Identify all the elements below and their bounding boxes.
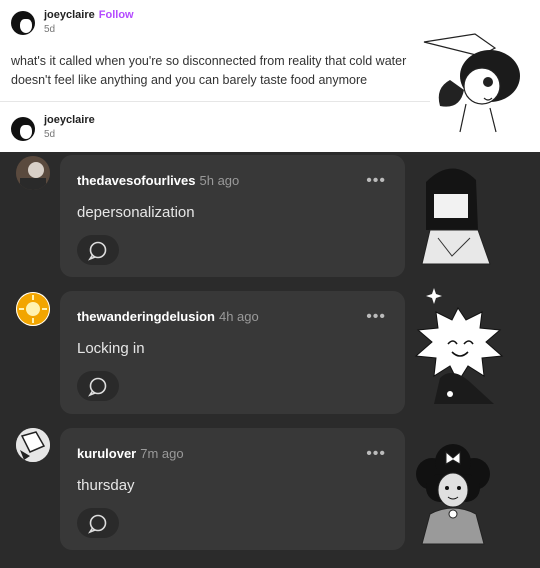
- more-dots-icon[interactable]: •••: [366, 308, 386, 326]
- comment-header: thewanderingdelusion 4h ago: [77, 309, 259, 324]
- comment-text: depersonalization: [77, 204, 195, 221]
- reblog-author[interactable]: joeyclaire: [44, 114, 95, 126]
- reply-button[interactable]: [77, 371, 119, 401]
- comment-username[interactable]: kurulover: [77, 446, 136, 461]
- comment-text: Locking in: [77, 340, 145, 357]
- sun-icon: [16, 292, 50, 326]
- reblog-time: 5d: [44, 129, 56, 140]
- follow-button[interactable]: Follow: [99, 9, 134, 21]
- more-dots-icon[interactable]: •••: [366, 445, 386, 463]
- comment-username[interactable]: thewanderingdelusion: [77, 309, 215, 324]
- reply-button[interactable]: [77, 235, 119, 265]
- more-dots-icon[interactable]: •••: [366, 172, 386, 190]
- comment-time: 4h ago: [218, 309, 259, 324]
- avatar-image: [16, 156, 50, 190]
- comment-header: kurulover 7m ago: [77, 446, 184, 461]
- reply-button[interactable]: [77, 508, 119, 538]
- comment-time: 5h ago: [199, 173, 240, 188]
- comment-card: thedavesofourlives 5h ago ••• depersonali…: [60, 155, 405, 277]
- avatar-image: [16, 428, 50, 462]
- comment-username[interactable]: thedavesofourlives: [77, 173, 196, 188]
- post-time: 5d: [44, 24, 56, 35]
- original-post: joeyclaire Follow 5d what's it called whe…: [0, 0, 540, 152]
- avatar[interactable]: [11, 117, 35, 141]
- speech-bubble-icon: [88, 377, 107, 397]
- speech-bubble-icon: [88, 241, 107, 261]
- avatar[interactable]: [11, 11, 35, 35]
- comment-card: thewanderingdelusion 4h ago ••• Locking i…: [60, 291, 405, 414]
- comment-time: 7m ago: [140, 446, 184, 461]
- sticker-illustration: [416, 444, 490, 545]
- comment-card: kurulover 7m ago ••• thursday: [60, 428, 405, 550]
- speech-bubble-icon: [88, 514, 107, 534]
- post-text: what's it called when you're so disconne…: [11, 54, 407, 87]
- post-author: joeyclaire Follow: [44, 9, 134, 21]
- commenter-avatar[interactable]: [16, 156, 50, 190]
- divider: [0, 101, 430, 102]
- comment-header: thedavesofourlives 5h ago: [77, 173, 239, 188]
- sticker-illustration: [414, 288, 504, 404]
- comment-text: thursday: [77, 477, 135, 494]
- commenter-avatar[interactable]: [16, 292, 50, 326]
- commenter-avatar[interactable]: [16, 428, 50, 462]
- post-illustration: [423, 33, 520, 133]
- sticker-illustration: [421, 168, 491, 265]
- username-link[interactable]: joeyclaire: [44, 9, 95, 21]
